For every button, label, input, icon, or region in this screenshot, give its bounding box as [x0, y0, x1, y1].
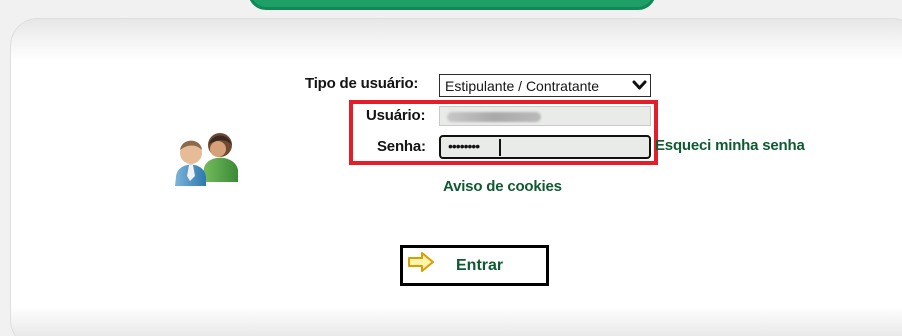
- enter-button-label: Entrar: [456, 256, 504, 274]
- tipo-usuario-select[interactable]: Estipulante / Contratante: [439, 74, 651, 97]
- enter-button[interactable]: Entrar: [400, 245, 549, 286]
- chevron-down-icon[interactable]: [628, 75, 650, 96]
- credentials-highlight: [349, 100, 658, 165]
- forgot-password-link[interactable]: Esqueci minha senha: [655, 137, 805, 154]
- tipo-usuario-label: Tipo de usuário:: [305, 75, 419, 92]
- tipo-usuario-selected-value: Estipulante / Contratante: [445, 77, 600, 94]
- arrow-right-icon: [408, 251, 434, 272]
- top-green-tab: [248, 0, 656, 10]
- cookies-notice-link[interactable]: Aviso de cookies: [443, 178, 562, 195]
- users-icon: [175, 133, 238, 186]
- login-screen: Tipo de usuário: Estipulante / Contratan…: [0, 0, 902, 336]
- login-panel: [10, 18, 902, 336]
